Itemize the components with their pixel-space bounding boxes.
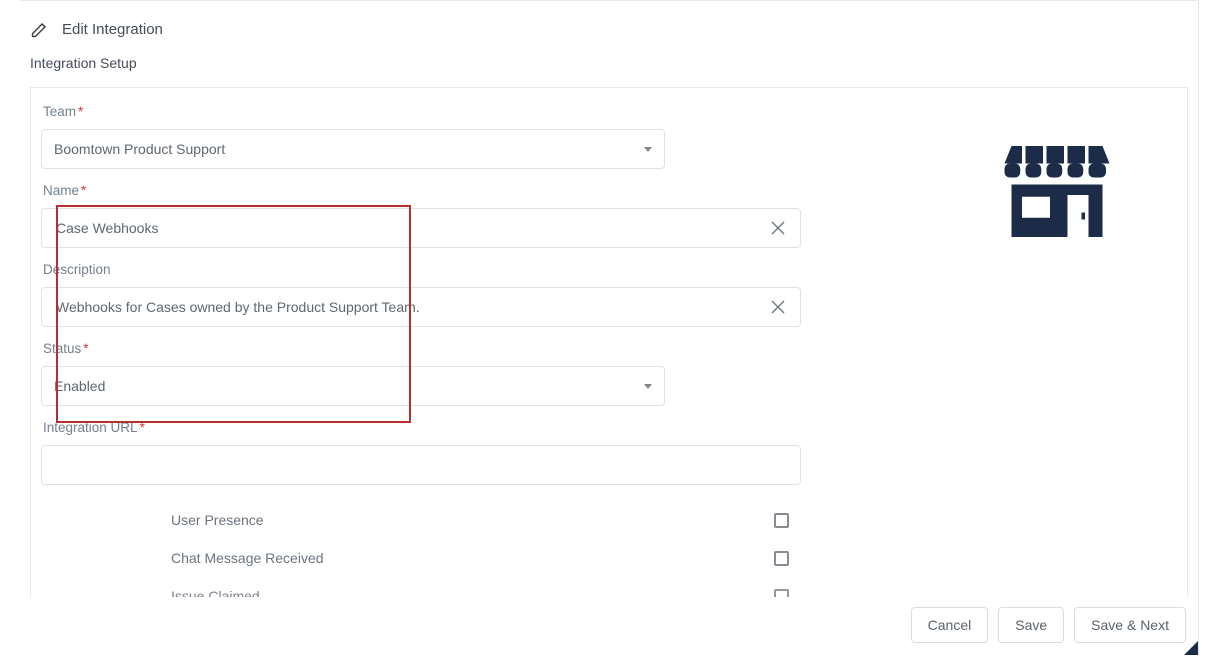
section-heading: Integration Setup [20, 51, 1198, 85]
field-integration-url: Integration URL* [41, 418, 793, 485]
url-label-text: Integration URL [43, 420, 138, 435]
field-label-name: Name* [41, 181, 793, 208]
resize-handle[interactable] [1184, 641, 1198, 655]
status-select[interactable]: Enabled [41, 366, 665, 406]
description-input[interactable] [54, 288, 766, 326]
status-label-text: Status [43, 341, 81, 356]
field-label-description: Description [41, 260, 793, 287]
form-column: Team* Boomtown Product Support Name* [31, 102, 793, 615]
description-input-wrap [41, 287, 801, 327]
close-icon[interactable] [766, 216, 790, 240]
team-select-value: Boomtown Product Support [54, 141, 225, 157]
event-row-chat-message-received: Chat Message Received [171, 539, 801, 577]
required-asterisk: * [79, 183, 86, 198]
event-label: User Presence [171, 512, 264, 528]
required-asterisk: * [76, 104, 83, 119]
event-row-user-presence: User Presence [171, 501, 801, 539]
chevron-down-icon [644, 384, 652, 389]
field-label-url: Integration URL* [41, 418, 793, 445]
field-description: Description [41, 260, 793, 327]
page-header: Edit Integration [20, 1, 1198, 51]
save-next-button[interactable]: Save & Next [1074, 607, 1186, 643]
field-label-team: Team* [41, 102, 793, 129]
cancel-button[interactable]: Cancel [911, 607, 989, 643]
save-button[interactable]: Save [998, 607, 1064, 643]
field-name: Name* [41, 181, 793, 248]
team-label-text: Team [43, 104, 76, 119]
required-asterisk: * [81, 341, 88, 356]
integration-image [997, 132, 1117, 247]
name-label-text: Name [43, 183, 79, 198]
url-input-wrap [41, 445, 801, 485]
page-container: Edit Integration Integration Setup Team*… [20, 0, 1199, 655]
url-input[interactable] [54, 446, 790, 484]
field-status: Status* Enabled [41, 339, 793, 406]
name-input[interactable] [54, 209, 766, 247]
store-icon [1001, 132, 1113, 244]
chevron-down-icon [644, 147, 652, 152]
event-label: Chat Message Received [171, 550, 324, 566]
checkbox-chat-message-received[interactable] [774, 551, 789, 566]
field-label-status: Status* [41, 339, 793, 366]
name-input-wrap [41, 208, 801, 248]
close-icon[interactable] [766, 295, 790, 319]
page-title: Edit Integration [62, 21, 163, 38]
required-asterisk: * [138, 420, 145, 435]
description-label-text: Description [43, 262, 111, 277]
pencil-icon [30, 19, 50, 39]
field-team: Team* Boomtown Product Support [41, 102, 793, 169]
status-select-value: Enabled [54, 378, 105, 394]
form-panel: Team* Boomtown Product Support Name* [30, 87, 1188, 616]
checkbox-user-presence[interactable] [774, 513, 789, 528]
team-select[interactable]: Boomtown Product Support [41, 129, 665, 169]
footer-actions: Cancel Save Save & Next [20, 597, 1198, 655]
